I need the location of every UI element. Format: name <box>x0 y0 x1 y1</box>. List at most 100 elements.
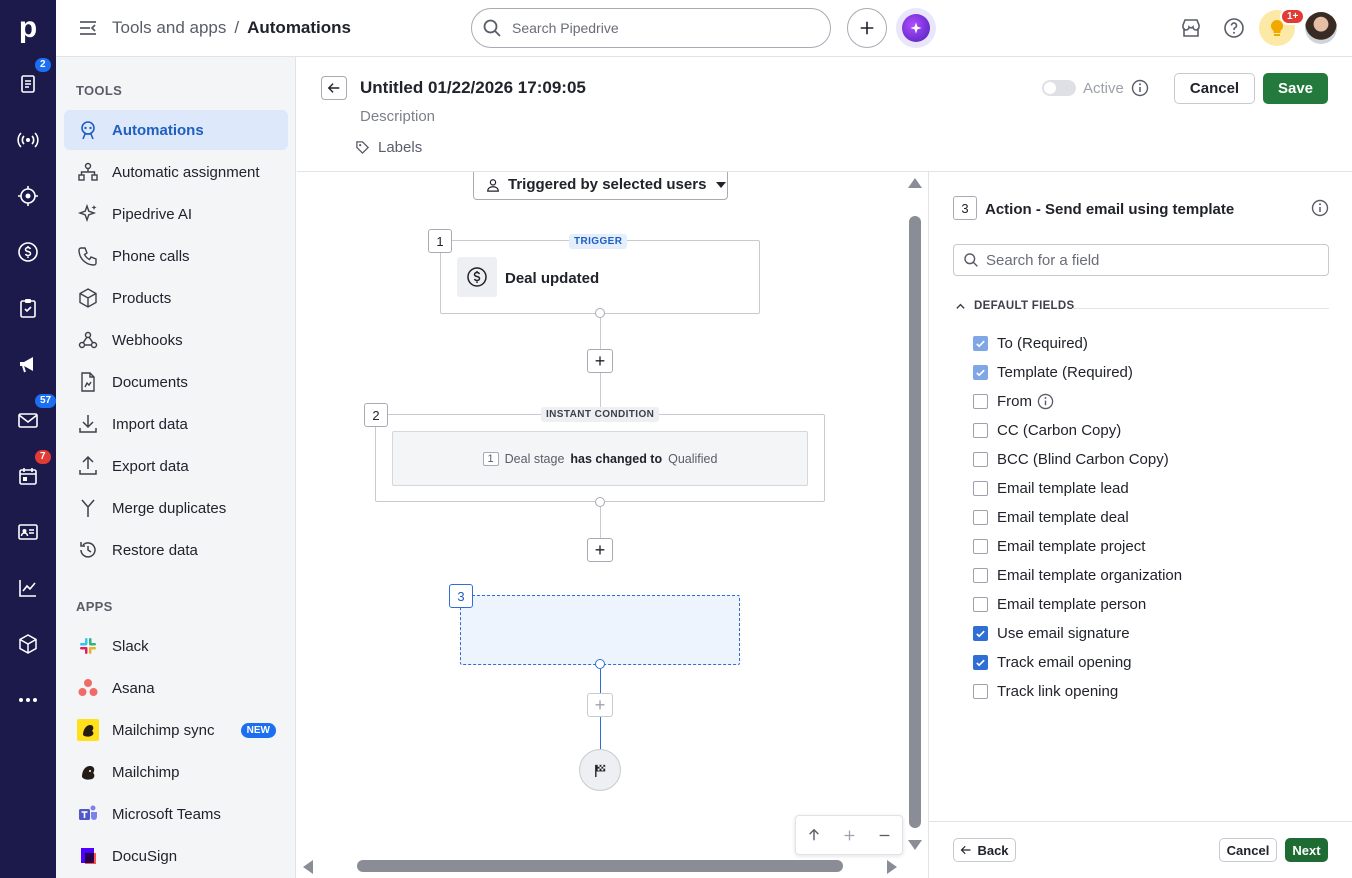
sidebar-app-docusign[interactable]: DocuSign <box>64 836 288 876</box>
add-step-button[interactable]: + <box>587 693 613 717</box>
sidebar-item-documents[interactable]: Documents <box>64 362 288 402</box>
help-icon[interactable] <box>1223 17 1245 42</box>
checkbox[interactable] <box>973 480 988 496</box>
rail-broadcast-button[interactable] <box>0 118 56 162</box>
breadcrumb-separator: / <box>234 18 240 37</box>
rail-megaphone-button[interactable] <box>0 342 56 386</box>
breadcrumb-root[interactable]: Tools and apps <box>112 18 226 38</box>
sidebar-item-automatic-assignment[interactable]: Automatic assignment <box>64 152 288 192</box>
cancel-button[interactable]: Cancel <box>1174 73 1255 104</box>
sidebar-item-restore-data[interactable]: Restore data <box>64 530 288 570</box>
field-search-placeholder: Search for a field <box>986 251 1100 269</box>
active-toggle[interactable] <box>1042 80 1076 96</box>
menu-toggle-icon[interactable] <box>78 18 98 38</box>
field-search-input[interactable]: Search for a field <box>953 244 1329 276</box>
horizontal-scrollbar-thumb[interactable] <box>357 860 843 872</box>
checkbox[interactable] <box>973 393 988 409</box>
field-option-label: Use email signature <box>997 624 1130 642</box>
checkbox[interactable] <box>973 422 988 438</box>
rail-chart-button[interactable] <box>0 566 56 610</box>
vertical-scrollbar-thumb[interactable] <box>909 216 921 828</box>
field-option-email-template-organization[interactable]: Email template organization <box>973 564 1182 586</box>
back-arrow-button[interactable] <box>321 76 347 100</box>
active-info-icon[interactable] <box>1131 79 1149 100</box>
checkbox[interactable] <box>973 596 988 612</box>
assignment-icon <box>76 160 100 184</box>
sidebar-item-phone-calls[interactable]: Phone calls <box>64 236 288 276</box>
sidebar-app-mailchimp-sync[interactable]: Mailchimp sync NEW <box>64 710 288 750</box>
sidebar-item-label: Merge duplicates <box>112 499 227 517</box>
scroll-left-arrow[interactable] <box>303 860 313 874</box>
panel-cancel-button[interactable]: Cancel <box>1219 838 1277 862</box>
sidebar-app-slack[interactable]: Slack <box>64 626 288 666</box>
description-field[interactable]: Description <box>360 108 435 125</box>
checkbox[interactable] <box>973 451 988 467</box>
sidebar-item-import-data[interactable]: Import data <box>64 404 288 444</box>
checkbox[interactable] <box>973 625 988 641</box>
trigger-scope-dropdown[interactable]: Triggered by selected users <box>473 172 728 200</box>
rail-box-button[interactable] <box>0 622 56 666</box>
condition-number: 1 <box>482 451 499 466</box>
rail-more-button[interactable] <box>0 678 56 722</box>
next-button[interactable]: Next <box>1285 838 1328 862</box>
sidebar-app-asana[interactable]: Asana <box>64 668 288 708</box>
condition-rule[interactable]: 1 Deal stage has changed to Qualified <box>392 431 808 486</box>
scroll-right-arrow[interactable] <box>887 860 897 874</box>
search-icon <box>482 18 502 41</box>
default-fields-toggle[interactable]: DEFAULT FIELDS <box>955 300 1074 312</box>
rail-clipboard-button[interactable] <box>0 286 56 330</box>
field-option-from[interactable]: From <box>973 390 1054 412</box>
checkbox[interactable] <box>973 683 988 699</box>
arrow-up-icon[interactable] <box>807 828 821 842</box>
field-option-track-email-opening[interactable]: Track email opening <box>973 651 1132 673</box>
docusign-icon <box>76 844 100 868</box>
checkbox[interactable] <box>973 567 988 583</box>
plus-icon <box>860 21 874 35</box>
add-step-button[interactable]: + <box>587 349 613 373</box>
checkbox[interactable] <box>973 654 988 670</box>
workflow-canvas[interactable]: Triggered by selected users 1 TRIGGER De… <box>297 172 927 878</box>
checkbox[interactable] <box>973 538 988 554</box>
sidebar-item-products[interactable]: Products <box>64 278 288 318</box>
connector-dot <box>595 659 605 669</box>
field-option-use-email-signature[interactable]: Use email signature <box>973 622 1130 644</box>
field-option-email-template-project[interactable]: Email template project <box>973 535 1145 557</box>
action-node-selected[interactable] <box>460 595 740 665</box>
global-search[interactable]: Search Pipedrive <box>471 8 831 48</box>
field-option-bcc-blind-carbon-copy[interactable]: BCC (Blind Carbon Copy) <box>973 448 1169 470</box>
back-button[interactable]: Back <box>953 838 1016 862</box>
rail-target-button[interactable] <box>0 174 56 218</box>
marketplace-icon[interactable] <box>1180 17 1202 42</box>
rail-contacts-button[interactable] <box>0 510 56 554</box>
checkbox[interactable] <box>973 509 988 525</box>
field-option-email-template-deal[interactable]: Email template deal <box>973 506 1129 528</box>
pipedrive-logo[interactable]: p <box>0 6 56 50</box>
zoom-in-icon[interactable] <box>843 829 856 842</box>
box-icon <box>19 634 37 654</box>
sidebar-item-pipedrive-ai[interactable]: Pipedrive AI <box>64 194 288 234</box>
scroll-up-arrow[interactable] <box>908 178 922 188</box>
field-option-email-template-person[interactable]: Email template person <box>973 593 1146 615</box>
add-step-button[interactable]: + <box>587 538 613 562</box>
scroll-down-arrow[interactable] <box>908 840 922 850</box>
automation-title[interactable]: Untitled 01/22/2026 17:09:05 <box>360 78 586 98</box>
sidebar-item-automations[interactable]: Automations <box>64 110 288 150</box>
sidebar-item-merge-duplicates[interactable]: Merge duplicates <box>64 488 288 528</box>
save-button[interactable]: Save <box>1263 73 1328 104</box>
ai-assistant-button[interactable] <box>896 8 936 48</box>
sidebar-item-webhooks[interactable]: Webhooks <box>64 320 288 360</box>
zoom-out-icon[interactable] <box>878 829 891 842</box>
field-option-track-link-opening[interactable]: Track link opening <box>973 680 1118 702</box>
info-icon[interactable] <box>1037 393 1054 410</box>
sidebar-app-mailchimp[interactable]: Mailchimp <box>64 752 288 792</box>
arrow-left-icon <box>961 845 971 855</box>
sidebar-app-microsoft-teams[interactable]: Microsoft Teams <box>64 794 288 834</box>
labels-button[interactable]: Labels <box>355 139 422 156</box>
panel-info-icon[interactable] <box>1311 199 1329 220</box>
rail-dollar-button[interactable] <box>0 230 56 274</box>
field-option-email-template-lead[interactable]: Email template lead <box>973 477 1129 499</box>
user-avatar[interactable] <box>1305 12 1337 44</box>
quick-add-button[interactable] <box>847 8 887 48</box>
sidebar-item-export-data[interactable]: Export data <box>64 446 288 486</box>
field-option-cc-carbon-copy[interactable]: CC (Carbon Copy) <box>973 419 1121 441</box>
